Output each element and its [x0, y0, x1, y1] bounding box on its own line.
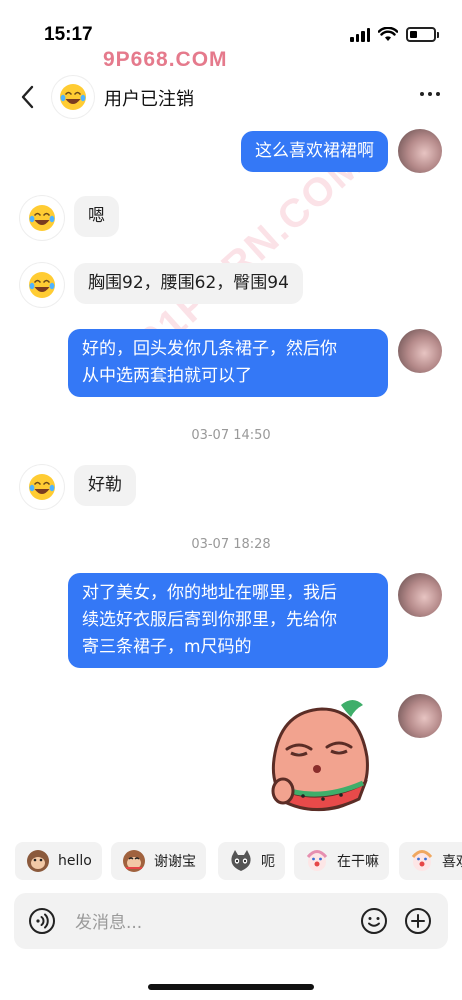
emoji-picker-icon[interactable] [360, 907, 388, 935]
message-line: 从中选两套拍就可以了 [82, 366, 252, 386]
wifi-icon [378, 27, 398, 41]
battery-level [410, 31, 417, 38]
laughing-emoji-icon [60, 84, 86, 110]
quick-reply-chip[interactable]: 喜欢 [399, 842, 462, 880]
clown-icon [306, 850, 328, 871]
message-line: 续选好衣服后寄到你那里，先给你 [82, 610, 337, 630]
battery-icon [406, 27, 439, 42]
cellular-signal-icon [350, 27, 370, 42]
quick-reply-label: 呃 [261, 854, 275, 870]
status-bar: 15:17 [0, 0, 462, 68]
message-line: 好的，回头发你几条裙子，然后你 [82, 339, 337, 359]
laughing-emoji-icon [29, 272, 55, 298]
message-bubble-other[interactable]: 嗯 [74, 196, 119, 237]
message-timestamp: 03-07 14:50 [191, 428, 271, 443]
laughing-emoji-icon [29, 474, 55, 500]
message-timestamp: 03-07 18:28 [191, 537, 271, 552]
quick-reply-chip[interactable]: 呃 [218, 842, 285, 880]
contact-avatar[interactable] [20, 263, 64, 307]
quick-reply-bar: hello 谢谢宝 呃 在干嘛 喜欢 [0, 842, 462, 882]
monkey-icon [27, 850, 49, 872]
quick-reply-label: 在干嘛 [337, 854, 379, 870]
cat-icon [231, 850, 251, 871]
quick-reply-chip[interactable]: 谢谢宝 [111, 842, 206, 880]
chat-header: 用户已注销 [0, 72, 462, 122]
self-avatar[interactable] [398, 694, 442, 738]
self-avatar[interactable] [398, 129, 442, 173]
message-bubble-self[interactable]: 对了美女，你的地址在哪里，我后 续选好衣服后寄到你那里，先给你 寄三条裙子，m尺… [68, 573, 388, 668]
message-input-bar: 发消息... [14, 893, 448, 949]
contact-name: 用户已注销 [104, 89, 194, 110]
more-options-icon[interactable] [420, 92, 440, 96]
quick-reply-chip[interactable]: 在干嘛 [294, 842, 389, 880]
back-arrow-icon[interactable] [16, 82, 40, 112]
watermark-text: 9P668.COM [103, 48, 228, 71]
status-icons [350, 27, 439, 42]
quick-reply-label: hello [58, 853, 92, 869]
self-avatar[interactable] [398, 329, 442, 373]
self-avatar[interactable] [398, 573, 442, 617]
voice-input-icon[interactable] [28, 907, 56, 935]
message-bubble-other[interactable]: 胸围92，腰围62，臀围94 [74, 263, 303, 304]
quick-reply-label: 谢谢宝 [154, 854, 196, 870]
contact-avatar[interactable] [20, 196, 64, 240]
message-bubble-self[interactable]: 这么喜欢裙裙啊 [241, 131, 388, 172]
peach-watermelon-sticker-icon[interactable] [267, 695, 377, 820]
message-bubble-other[interactable]: 好勒 [74, 465, 136, 506]
message-line: 寄三条裙子，m尺码的 [82, 637, 252, 657]
add-attachment-icon[interactable] [404, 907, 432, 935]
quick-reply-chip[interactable]: hello [15, 842, 102, 880]
message-bubble-self[interactable]: 好的，回头发你几条裙子，然后你 从中选两套拍就可以了 [68, 329, 388, 397]
status-time: 15:17 [44, 24, 93, 45]
message-input[interactable]: 发消息... [75, 908, 142, 933]
contact-avatar[interactable] [20, 465, 64, 509]
message-line: 对了美女，你的地址在哪里，我后 [82, 583, 337, 603]
clown-icon [411, 850, 433, 871]
contact-avatar[interactable] [52, 76, 94, 118]
quick-reply-label: 喜欢 [442, 854, 462, 870]
monkey-bow-icon [123, 850, 145, 872]
home-indicator[interactable] [148, 984, 314, 990]
laughing-emoji-icon [29, 205, 55, 231]
